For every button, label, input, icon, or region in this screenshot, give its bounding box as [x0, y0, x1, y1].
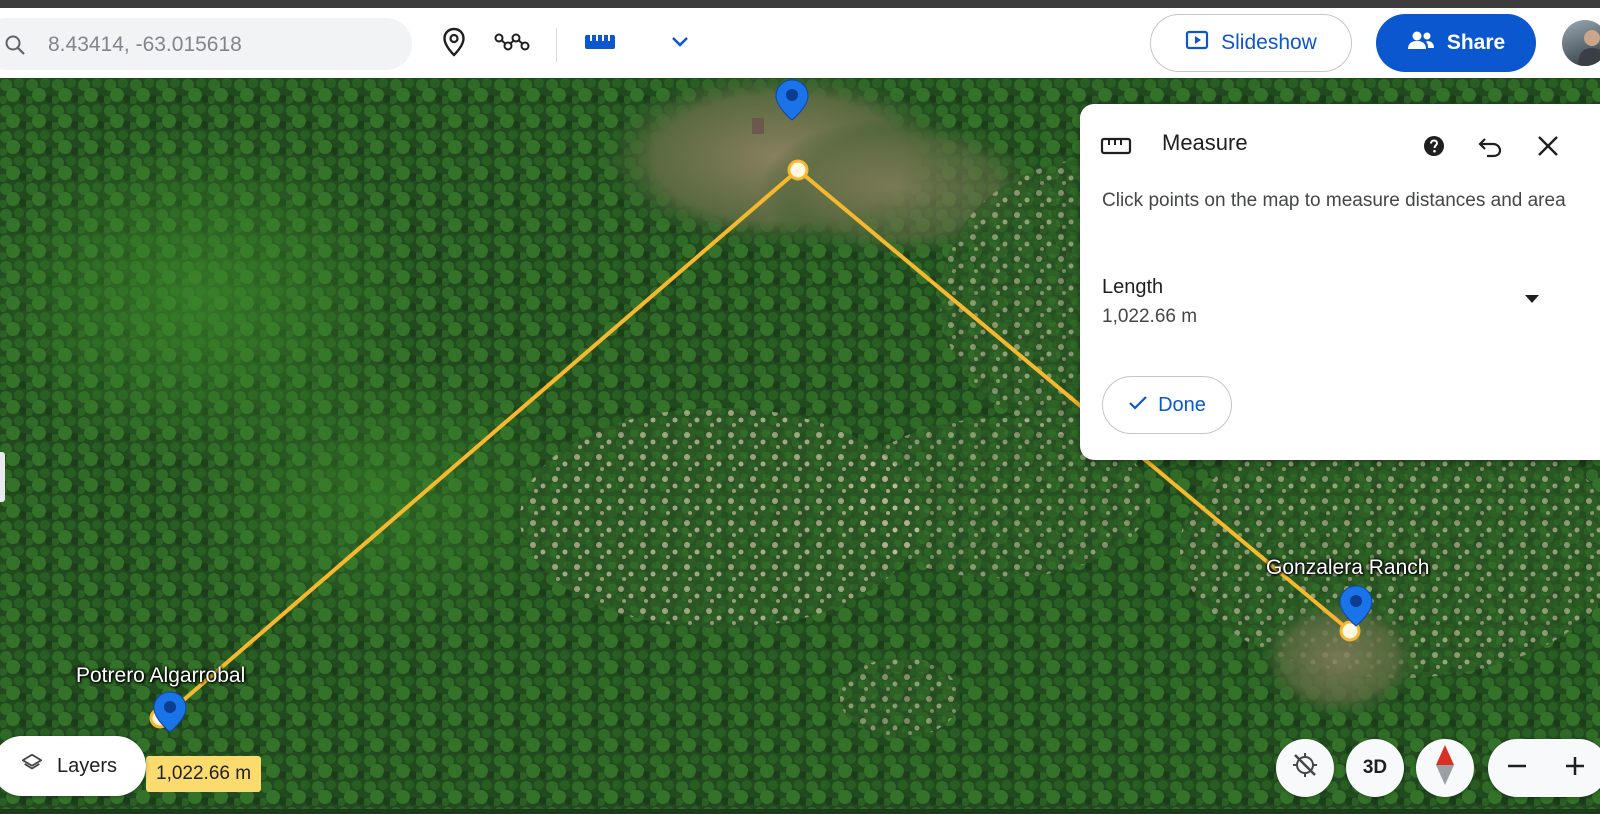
path-icon — [494, 30, 530, 59]
search-box[interactable] — [0, 18, 412, 70]
place-pin-icon — [442, 27, 466, 62]
caret-down-icon — [1524, 291, 1540, 309]
search-input[interactable] — [46, 30, 390, 60]
view-3d-button[interactable]: 3D — [1346, 739, 1404, 797]
zoom-controls — [1488, 739, 1600, 797]
avatar[interactable] — [1562, 20, 1600, 66]
slideshow-icon — [1185, 30, 1209, 56]
zoom-in-button[interactable] — [1546, 739, 1600, 797]
ruler-icon — [584, 32, 616, 57]
share-people-icon — [1407, 30, 1435, 56]
slideshow-button[interactable]: Slideshow — [1150, 14, 1352, 72]
compass-icon — [1434, 745, 1456, 791]
share-button[interactable]: Share — [1376, 14, 1536, 72]
search-icon — [4, 34, 26, 61]
length-label: Length — [1102, 276, 1164, 298]
done-label: Done — [1158, 393, 1206, 416]
close-icon[interactable] — [1530, 128, 1566, 164]
help-icon[interactable] — [1416, 128, 1452, 164]
measure-panel: Measure Click points on the map to measu… — [1080, 104, 1600, 460]
layers-button[interactable]: Layers — [0, 736, 146, 796]
side-panel-handle[interactable] — [0, 452, 5, 502]
tilt-toggle-button[interactable] — [1276, 739, 1334, 797]
zoom-in-icon — [1564, 755, 1586, 782]
zoom-out-icon — [1506, 755, 1528, 782]
share-label: Share — [1446, 31, 1506, 54]
measure-instructions: Click points on the map to measure dista… — [1102, 190, 1566, 211]
measure-panel-title: Measure — [1162, 130, 1248, 155]
measure-distance-badge: 1,022.66 m — [146, 756, 262, 792]
layers-label: Layers — [56, 754, 118, 777]
length-value: 1,022.66 m — [1102, 306, 1198, 327]
top-toolbar: Slideshow Share — [0, 8, 1600, 78]
toolbar-divider — [556, 28, 557, 62]
more-tools-dropdown[interactable] — [662, 26, 698, 62]
no-tilt-icon — [1290, 750, 1320, 786]
check-icon — [1128, 394, 1148, 417]
undo-icon[interactable] — [1472, 128, 1508, 164]
chevron-down-icon — [670, 35, 690, 54]
compass-button[interactable] — [1416, 739, 1474, 797]
measure-tool-button[interactable] — [580, 26, 620, 62]
unit-dropdown[interactable] — [1512, 280, 1552, 320]
slideshow-label: Slideshow — [1221, 31, 1317, 54]
window-top-strip — [0, 0, 1600, 8]
measure-vertex — [787, 159, 809, 181]
draw-path-button[interactable] — [494, 26, 530, 62]
layers-icon — [21, 752, 43, 780]
add-placemark-button[interactable] — [436, 26, 472, 62]
place-label-potrero-algarrobal[interactable]: Potrero Algarrobal — [76, 664, 245, 688]
zoom-out-button[interactable] — [1488, 739, 1546, 797]
ruler-icon — [1098, 128, 1134, 164]
place-label-gonzalera-ranch[interactable]: Gonzalera Ranch — [1266, 556, 1429, 580]
done-button[interactable]: Done — [1102, 376, 1232, 434]
